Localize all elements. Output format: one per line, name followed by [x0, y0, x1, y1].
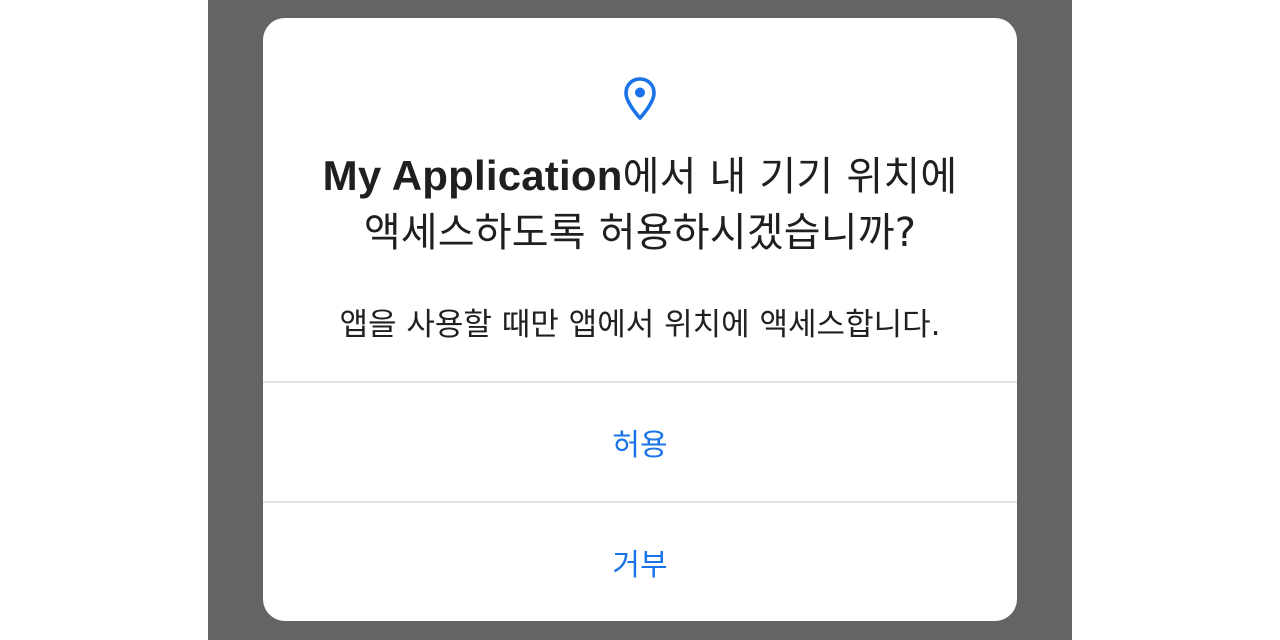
screen: My Application에서 내 기기 위치에 액세스하도록 허용하시겠습니…	[0, 0, 1280, 640]
title-line2-text: 액세스하도록 허용하시겠습니까?	[363, 210, 917, 256]
title-line1-text: 에서 내 기기 위치에	[622, 154, 958, 200]
allow-button[interactable]: 허용	[263, 383, 1017, 501]
app-name: My Application	[322, 152, 623, 199]
dialog-icon-container	[263, 76, 1017, 122]
deny-button[interactable]: 거부	[263, 503, 1017, 621]
dialog-title: My Application에서 내 기기 위치에 액세스하도록 허용하시겠습니…	[293, 148, 987, 261]
location-pin-icon	[624, 77, 656, 120]
permission-dialog: My Application에서 내 기기 위치에 액세스하도록 허용하시겠습니…	[263, 18, 1017, 621]
dialog-message: 앱을 사용할 때만 앱에서 위치에 액세스합니다.	[339, 307, 941, 343]
